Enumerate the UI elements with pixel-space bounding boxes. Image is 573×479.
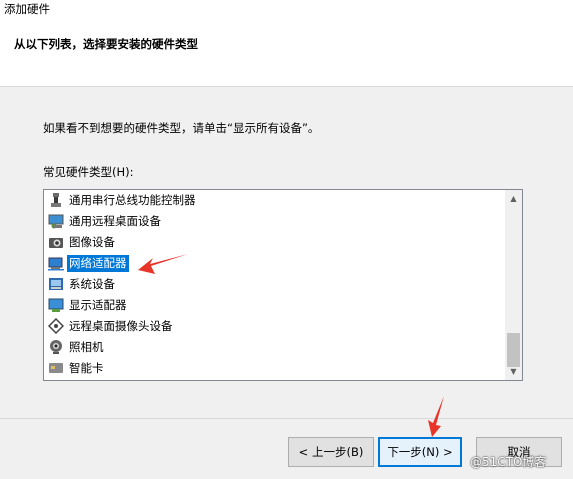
list-item[interactable]: 远程桌面摄像头设备 [48,316,504,336]
list-item[interactable]: 照相机 [48,337,504,357]
display-adapter-icon [48,298,64,312]
list-item[interactable]: 通用串行总线功能控制器 [48,190,504,210]
usb-controller-icon [51,193,61,207]
list-label: 常见硬件类型(H): [43,165,134,179]
remote-camera-icon [48,318,64,334]
imaging-device-icon [49,238,63,248]
list-item-label: 远程桌面摄像头设备 [69,318,173,333]
list-item[interactable]: 显示适配器 [48,295,504,315]
list-item-label: 通用串行总线功能控制器 [69,192,196,207]
annotation-arrow-next [428,396,444,437]
list-item[interactable]: 智能卡 [48,358,504,378]
list-item-label: 智能卡 [69,360,104,375]
system-device-icon [49,278,63,290]
list-item[interactable]: 网络适配器 [48,253,504,273]
camera-icon [50,340,62,354]
list-item[interactable]: 图像设备 [48,232,504,252]
network-adapter-icon [48,257,64,271]
list-item[interactable]: 通用远程桌面设备 [48,211,504,231]
page-title: 从以下列表，选择要安装的硬件类型 [14,37,198,51]
list-item-label: 网络适配器 [67,254,129,272]
smart-card-icon [49,363,63,373]
list-item-label: 显示适配器 [69,297,127,312]
list-item-label: 照相机 [69,339,104,354]
list-item-label: 图像设备 [69,234,115,249]
list-item[interactable]: 系统设备 [48,274,504,294]
list-scrollbar[interactable]: ▲ ▼ [505,190,522,380]
scroll-down-icon[interactable]: ▼ [505,363,522,380]
instruction-text: 如果看不到想要的硬件类型，请单击“显示所有设备”。 [43,121,320,135]
list-item-label: 系统设备 [69,276,115,291]
footer-divider [0,418,573,419]
back-button[interactable]: < 上一步(B) [288,437,374,467]
wizard-header: 添加硬件 从以下列表，选择要安装的硬件类型 [0,0,573,87]
scroll-up-icon[interactable]: ▲ [505,190,522,207]
next-button[interactable]: 下一步(N) > [378,437,462,467]
window-title: 添加硬件 [4,2,50,16]
list-item-label: 通用远程桌面设备 [69,213,161,228]
watermark: @51CTO博客 [470,455,547,469]
scrollbar-thumb[interactable] [507,333,520,367]
remote-desktop-device-icon [48,214,64,229]
hardware-type-list[interactable]: 通用串行总线功能控制器 通用远程桌面设备 图像设备 网络适配器 系统设备 显示适… [43,189,523,381]
